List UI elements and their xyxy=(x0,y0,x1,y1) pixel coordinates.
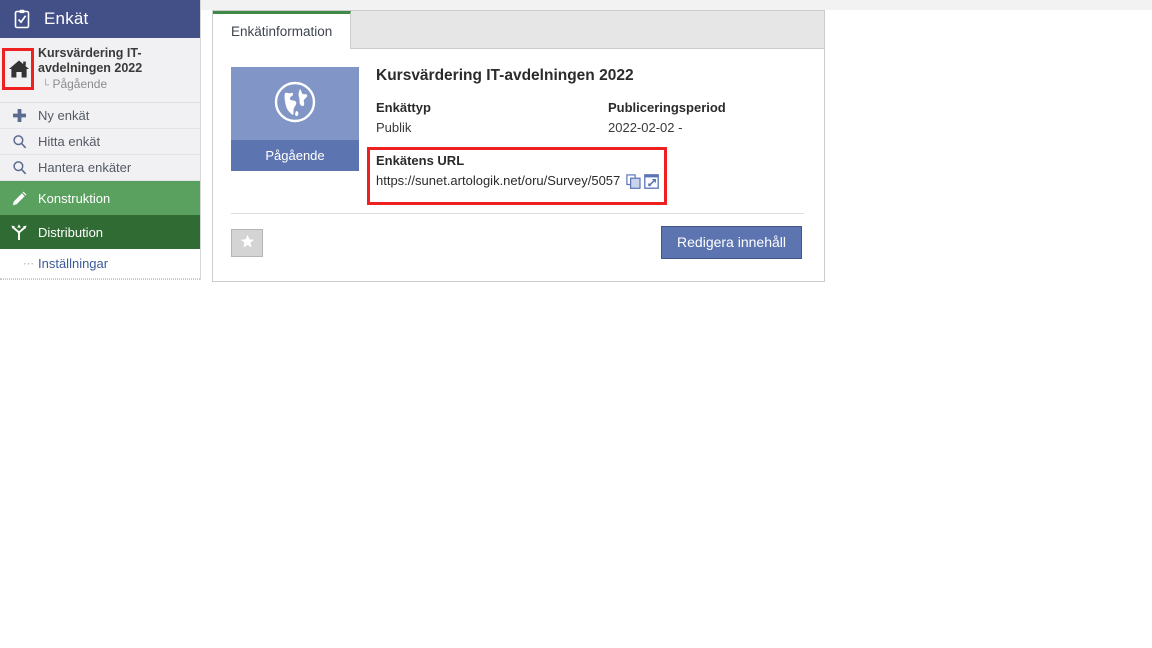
open-in-new-window-icon[interactable] xyxy=(644,173,660,189)
survey-text-group: Kursvärdering IT-avdelningen 2022 └ Pågå… xyxy=(38,45,168,94)
sidebar-section-label: Konstruktion xyxy=(38,190,111,206)
status-card: Pågående xyxy=(231,67,359,171)
sidebar-section-label: Distribution xyxy=(38,224,104,240)
survey-url-line: https://sunet.artologik.net/oru/Survey/5… xyxy=(376,171,840,191)
star-icon xyxy=(240,234,255,252)
sidebar-title: Enkät xyxy=(44,9,89,28)
panel-footer: Redigera innehåll xyxy=(231,214,804,259)
meta-col-enkattyp: Enkättyp Publik xyxy=(376,99,608,139)
sidebar-subitem-installningar[interactable]: ⋯ Inställningar xyxy=(0,249,200,279)
tab-label: Enkätinformation xyxy=(231,24,333,39)
home-icon[interactable] xyxy=(8,59,30,82)
tab-enkatinformation[interactable]: Enkätinformation xyxy=(213,11,352,49)
sidebar-current-survey[interactable]: Kursvärdering IT-avdelningen 2022 └ Pågå… xyxy=(0,38,200,103)
plus-icon xyxy=(0,108,38,123)
tree-dots-icon: ⋯ xyxy=(23,258,34,270)
survey-url-label: Enkätens URL xyxy=(376,153,465,168)
survey-info-row: Pågående Kursvärdering IT-avdelningen 20… xyxy=(231,67,804,191)
tree-elbow-icon: └ xyxy=(42,80,50,91)
sidebar-header: Enkät xyxy=(0,0,200,38)
sidebar-section-distribution[interactable]: Distribution xyxy=(0,215,200,249)
sidebar-subitem-label: Inställningar xyxy=(38,256,109,271)
meta-col-publiceringsperiod: Publiceringsperiod 2022-02-02 - xyxy=(608,99,840,139)
distribution-branch-icon xyxy=(0,223,38,241)
sidebar-item-hantera-enkater[interactable]: Hantera enkäter xyxy=(0,155,200,181)
tab-bar: Enkätinformation xyxy=(213,11,824,49)
sidebar-item-hitta-enkat[interactable]: Hitta enkät xyxy=(0,129,200,155)
search-icon xyxy=(0,160,38,175)
copy-icon[interactable] xyxy=(626,173,641,189)
meta-value: Publik xyxy=(376,120,412,135)
pencil-icon xyxy=(0,190,38,207)
sidebar-bottom-divider xyxy=(0,278,200,280)
status-badge: Pågående xyxy=(231,140,359,171)
globe-icon-wrap xyxy=(273,67,317,140)
meta-label: Publiceringsperiod xyxy=(608,100,726,115)
sidebar-item-label: Hitta enkät xyxy=(38,134,101,149)
clipboard-check-icon xyxy=(12,9,32,29)
search-icon xyxy=(0,134,38,149)
sidebar: Enkät Kursvärdering IT-avdelningen 2022 … xyxy=(0,0,201,280)
survey-status-text: Pågående xyxy=(52,77,108,91)
meta-value: 2022-02-02 - xyxy=(608,120,683,135)
survey-details: Kursvärdering IT-avdelningen 2022 Enkätt… xyxy=(359,67,840,191)
meta-labels-row: Enkättyp Publik Publiceringsperiod 2022-… xyxy=(376,99,840,139)
favorite-button[interactable] xyxy=(231,228,263,257)
meta-label: Enkättyp xyxy=(376,100,431,115)
survey-url-value[interactable]: https://sunet.artologik.net/oru/Survey/5… xyxy=(376,171,620,191)
sidebar-item-label: Ny enkät xyxy=(38,108,90,123)
edit-content-button[interactable]: Redigera innehåll xyxy=(661,226,802,259)
survey-name: Kursvärdering IT-avdelningen 2022 xyxy=(38,46,143,75)
page-title: Kursvärdering IT-avdelningen 2022 xyxy=(376,67,634,84)
sidebar-item-ny-enkat[interactable]: Ny enkät xyxy=(0,103,200,129)
panel-body: Pågående Kursvärdering IT-avdelningen 20… xyxy=(213,49,824,259)
survey-info-panel: Enkätinformation Pågående Kursvärdering … xyxy=(212,10,825,282)
home-icon-cell[interactable] xyxy=(0,45,38,82)
survey-status-sub: └ Pågående xyxy=(38,76,168,94)
sidebar-item-label: Hantera enkäter xyxy=(38,160,132,175)
survey-url-block: Enkätens URL https://sunet.artologik.net… xyxy=(376,151,840,191)
sidebar-section-konstruktion[interactable]: Konstruktion xyxy=(0,181,200,215)
top-background-strip xyxy=(200,0,1152,10)
globe-icon xyxy=(273,80,317,127)
